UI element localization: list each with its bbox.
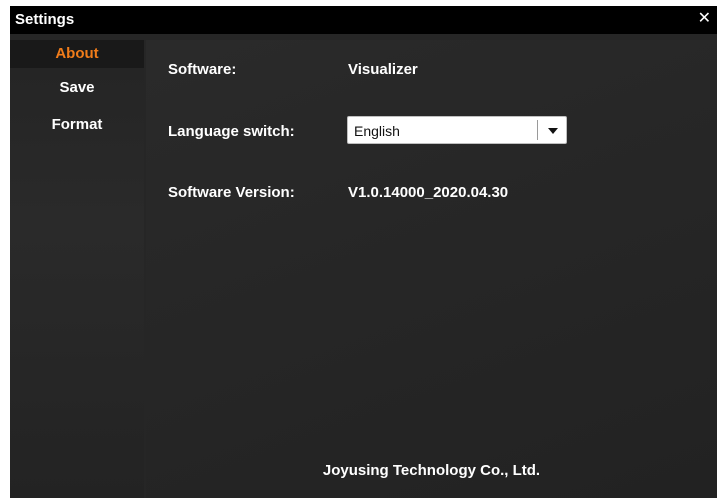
settings-body: About Save Format Software: Visualizer L… xyxy=(10,34,717,498)
language-select[interactable]: English xyxy=(347,116,567,144)
sidebar: About Save Format xyxy=(10,40,144,498)
sidebar-item-about[interactable]: About xyxy=(10,40,144,68)
settings-window: Settings ✕ About Save Format Software: V… xyxy=(10,6,717,498)
language-select-value: English xyxy=(354,123,400,139)
window-title: Settings xyxy=(15,11,75,28)
version-value: V1.0.14000_2020.04.30 xyxy=(348,184,509,201)
about-panel: Software: Visualizer Language switch: En… xyxy=(146,40,717,498)
close-icon[interactable]: ✕ xyxy=(698,10,711,28)
company-footer: Joyusing Technology Co., Ltd. xyxy=(322,462,541,479)
sidebar-item-save[interactable]: Save xyxy=(10,74,144,102)
version-label: Software Version: xyxy=(168,184,295,201)
select-divider xyxy=(537,120,538,140)
chevron-down-icon[interactable] xyxy=(548,128,558,134)
sidebar-item-format[interactable]: Format xyxy=(10,111,144,139)
software-value: Visualizer xyxy=(348,61,418,78)
title-bar: Settings ✕ xyxy=(10,6,717,34)
software-label: Software: xyxy=(168,61,237,78)
language-label: Language switch: xyxy=(168,123,295,140)
